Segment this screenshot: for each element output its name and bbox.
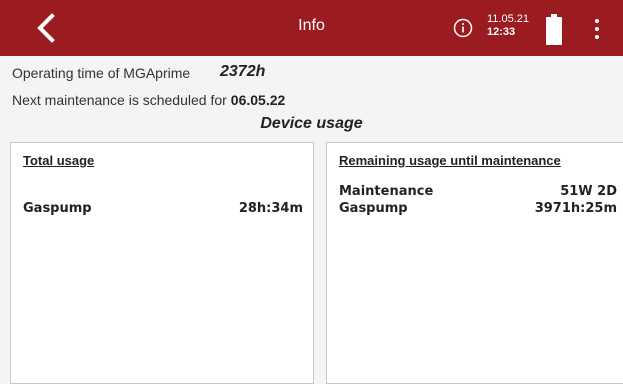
page-title: Info	[298, 17, 325, 34]
status-time: 12:33	[487, 26, 516, 38]
row-label: Gaspump	[339, 201, 408, 216]
info-button[interactable]	[453, 18, 473, 38]
row-value: 3971h:25m	[534, 201, 617, 216]
next-maintenance-label: Next maintenance is scheduled for	[12, 92, 227, 108]
operating-time-label: Operating time of MGAprime	[12, 65, 191, 81]
row-value: 51W 2D	[560, 184, 617, 199]
status-datetime: 11.05.21 12:33	[487, 13, 529, 39]
more-menu-button[interactable]	[589, 17, 605, 41]
remaining-usage-row: Gaspump 3971h:25m	[339, 201, 617, 216]
status-date: 11.05.21	[487, 13, 530, 25]
next-maintenance-value: 06.05.22	[230, 92, 286, 108]
battery-icon	[546, 14, 562, 45]
next-maintenance-row: Next maintenance is scheduled for 06.05.2…	[12, 92, 285, 108]
operating-time-row: Operating time of MGAprime 2372h	[12, 63, 265, 81]
section-title: Device usage	[260, 115, 363, 132]
top-app-bar: Info 11.05.21 12:33	[0, 0, 623, 56]
remaining-usage-panel: Remaining usage until maintenance Mainte…	[326, 142, 623, 384]
row-label: Gaspump	[23, 201, 92, 216]
total-usage-row: Gaspump 28h:34m	[23, 201, 303, 216]
row-label: Maintenance	[339, 184, 434, 199]
total-usage-panel: Total usage Gaspump 28h:34m	[10, 142, 314, 384]
operating-time-value: 2372h	[220, 63, 266, 80]
remaining-usage-heading: Remaining usage until maintenance	[339, 153, 561, 168]
info-icon	[453, 18, 473, 38]
remaining-usage-row: Maintenance 51W 2D	[339, 184, 617, 199]
total-usage-heading: Total usage	[23, 153, 95, 168]
row-value: 28h:34m	[238, 201, 303, 216]
